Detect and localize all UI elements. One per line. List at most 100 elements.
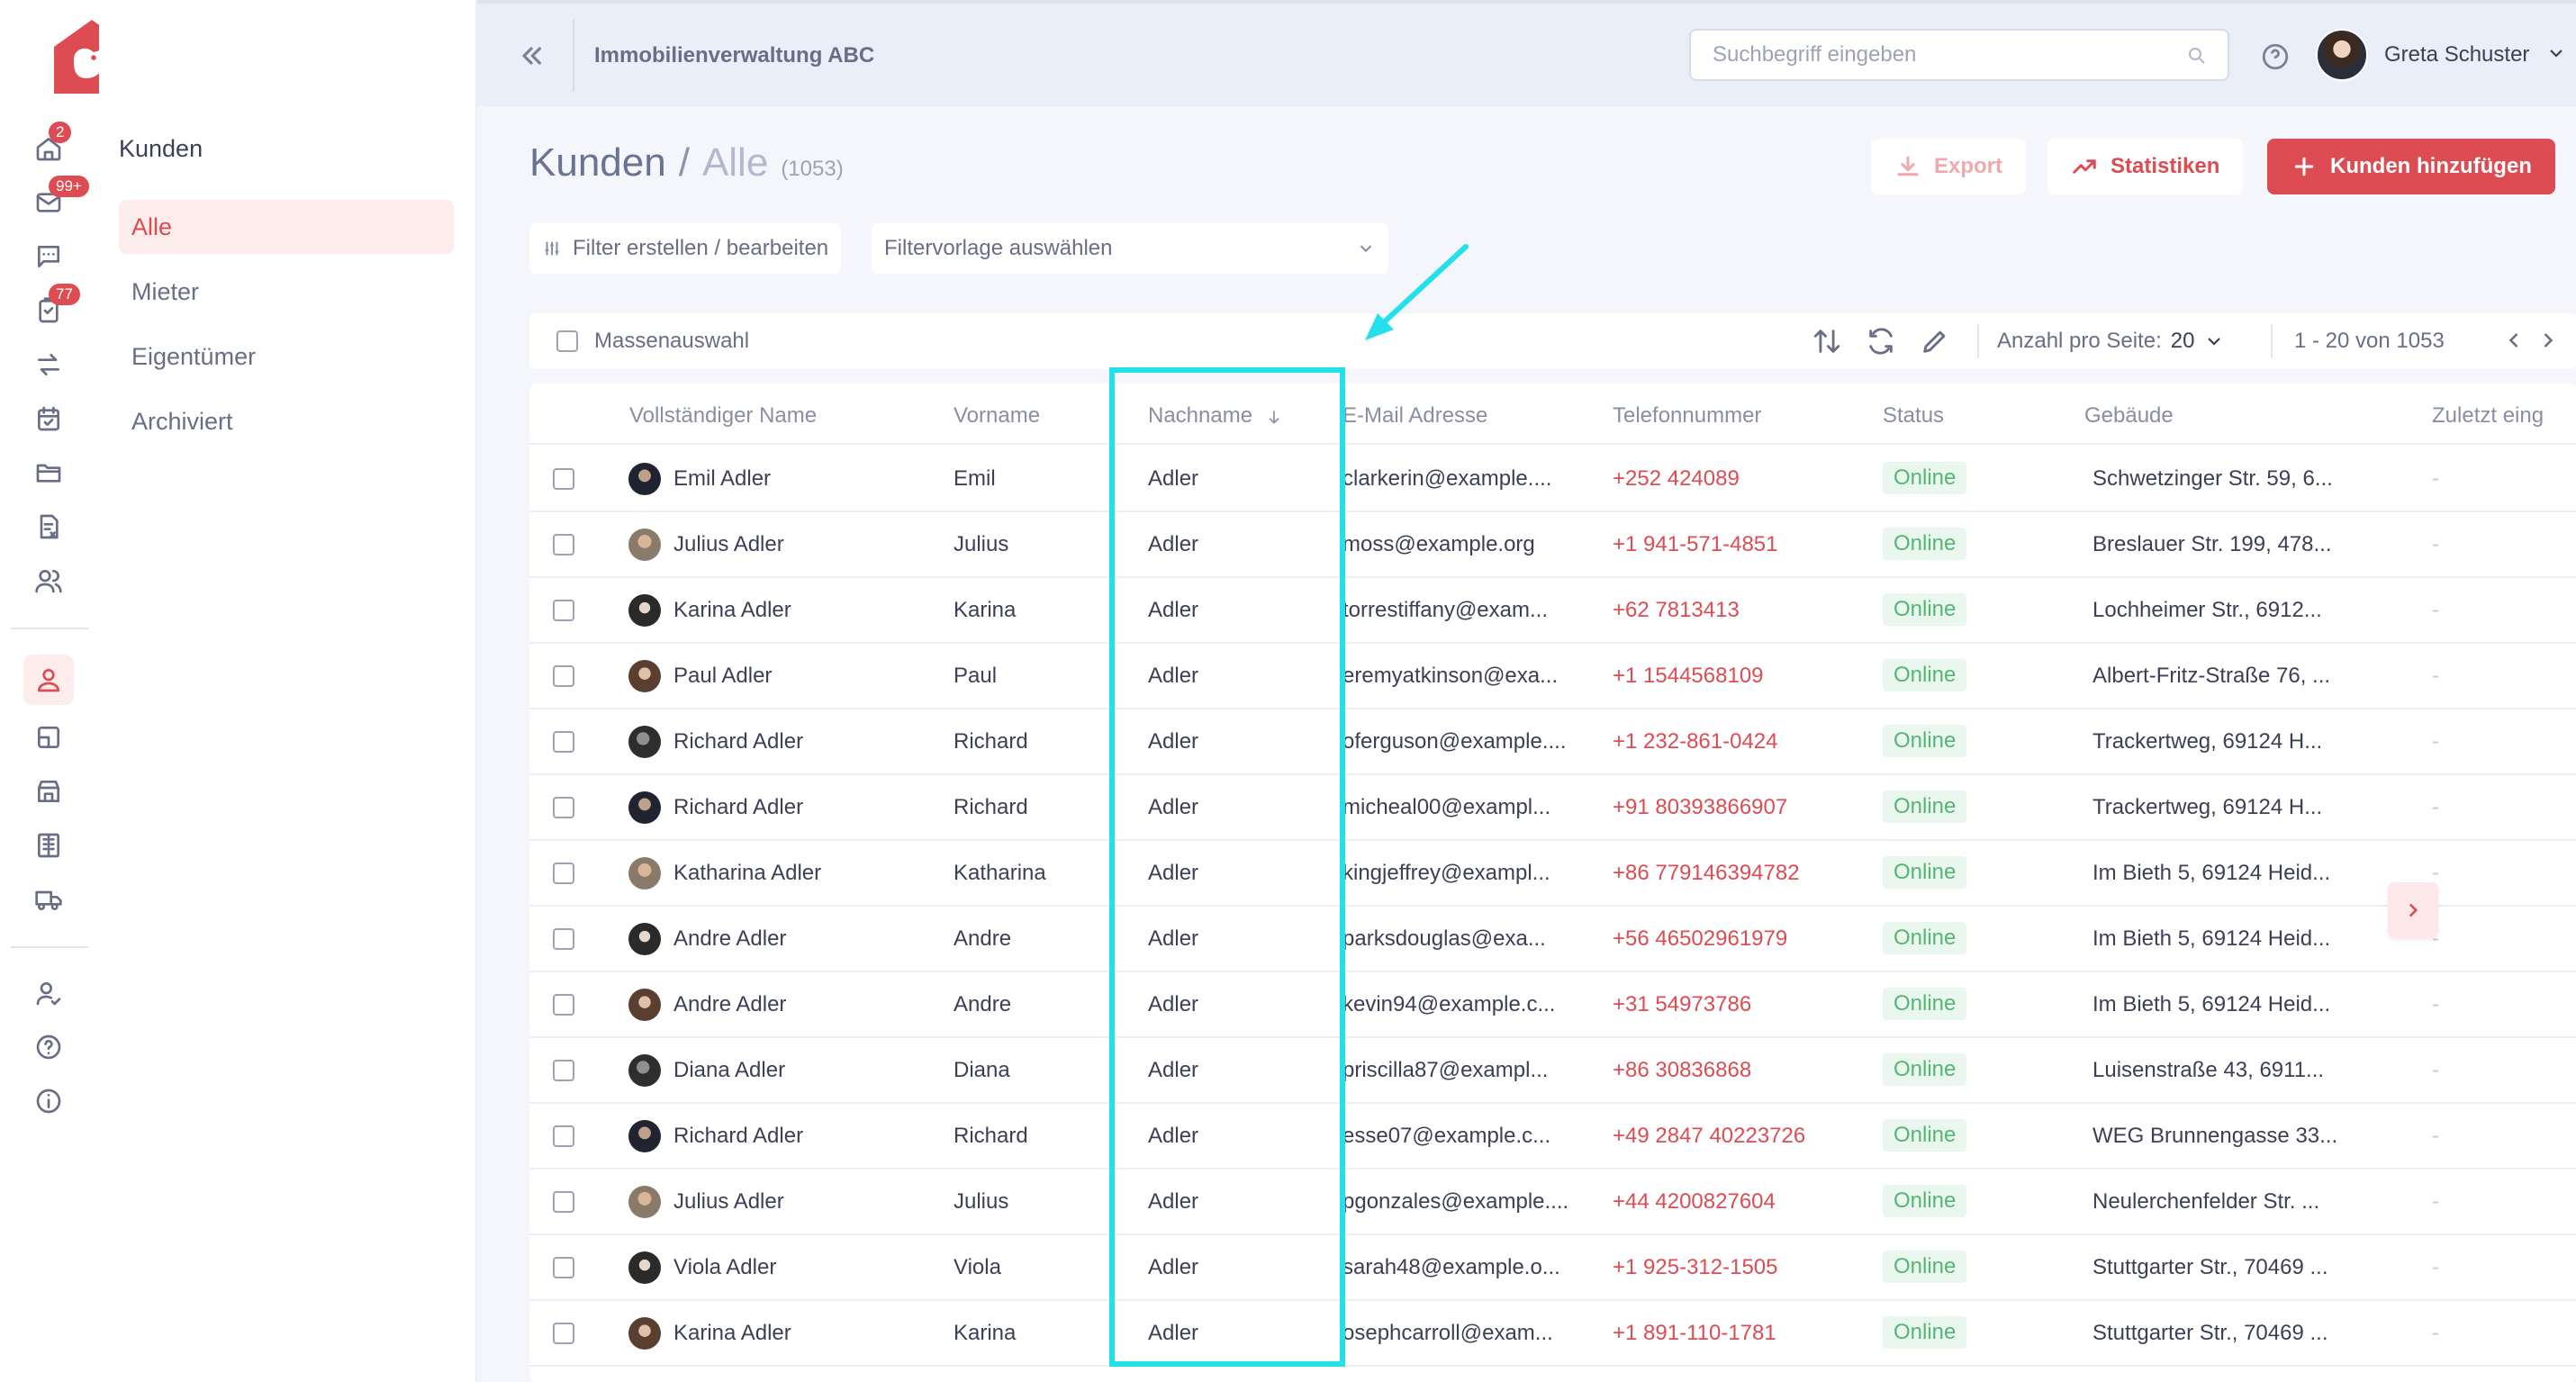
- rail-units[interactable]: [31, 719, 67, 755]
- rail-invoices[interactable]: [31, 509, 67, 545]
- rail-buildings[interactable]: [31, 827, 67, 863]
- cell-full-name[interactable]: Paul Adler: [673, 664, 935, 689]
- cell-phone[interactable]: +49 2847 40223726: [1613, 1124, 1865, 1149]
- table-row[interactable]: Richard Adler Richard Adler esse07@example.…: [529, 1104, 2576, 1170]
- table-row[interactable]: Paul Adler Paul Adler eremyatkinson@exa... +…: [529, 644, 2576, 709]
- table-row[interactable]: Viola Adler Viola Adler sarah48@example.o..…: [529, 1235, 2576, 1301]
- cell-phone[interactable]: +31 54973786: [1613, 992, 1865, 1017]
- cell-full-name[interactable]: Richard Adler: [673, 729, 935, 754]
- row-checkbox[interactable]: [553, 1323, 574, 1344]
- cell-phone[interactable]: +1 891-110-1781: [1613, 1321, 1865, 1346]
- rail-dashboard[interactable]: 2: [31, 122, 72, 167]
- cell-phone[interactable]: +91 80393866907: [1613, 795, 1865, 820]
- sidebar-item-mieter[interactable]: Mieter: [119, 265, 454, 319]
- cell-full-name[interactable]: Emil Adler: [673, 466, 935, 492]
- cell-phone[interactable]: +1 941-571-4851: [1613, 532, 1865, 557]
- cell-email[interactable]: kevin94@example.c...: [1342, 992, 1586, 1017]
- prev-page-button[interactable]: [2501, 328, 2526, 353]
- rail-documents[interactable]: [31, 455, 67, 491]
- row-checkbox[interactable]: [553, 534, 574, 556]
- row-checkbox[interactable]: [553, 994, 574, 1016]
- column-status[interactable]: Status: [1883, 403, 1944, 429]
- rail-tasks[interactable]: 77: [31, 284, 80, 329]
- cell-email[interactable]: clarkerin@example....: [1342, 466, 1586, 492]
- cell-email[interactable]: sarah48@example.o...: [1342, 1255, 1586, 1280]
- rail-mail[interactable]: 99+: [31, 176, 89, 221]
- cell-full-name[interactable]: Julius Adler: [673, 1189, 935, 1215]
- edit-icon[interactable]: [1920, 326, 1950, 357]
- cell-email[interactable]: pgonzales@example....: [1342, 1189, 1586, 1215]
- cell-full-name[interactable]: Andre Adler: [673, 992, 935, 1017]
- sort-icon[interactable]: [1812, 326, 1842, 357]
- rail-messages[interactable]: [31, 239, 67, 275]
- table-row[interactable]: Diana Adler Diana Adler priscilla87@exampl.…: [529, 1038, 2576, 1104]
- cell-full-name[interactable]: Diana Adler: [673, 1058, 935, 1083]
- cell-email[interactable]: eremyatkinson@exa...: [1342, 664, 1586, 689]
- rail-transfers[interactable]: [31, 347, 67, 383]
- cell-full-name[interactable]: Karina Adler: [673, 1321, 935, 1346]
- cell-phone[interactable]: +56 46502961979: [1613, 926, 1865, 952]
- cell-full-name[interactable]: Richard Adler: [673, 795, 935, 820]
- next-page-button[interactable]: [2535, 328, 2561, 353]
- cell-phone[interactable]: +86 30836868: [1613, 1058, 1865, 1083]
- refresh-icon[interactable]: [1866, 326, 1896, 357]
- rail-team[interactable]: [31, 975, 67, 1011]
- table-row[interactable]: Emil Adler Emil Adler clarkerin@example....…: [529, 447, 2576, 512]
- cell-email[interactable]: esse07@example.c...: [1342, 1124, 1586, 1149]
- row-checkbox[interactable]: [553, 1257, 574, 1278]
- scroll-right-button[interactable]: [2388, 882, 2438, 938]
- help-icon[interactable]: [2260, 41, 2291, 72]
- row-checkbox[interactable]: [553, 863, 574, 884]
- row-checkbox[interactable]: [553, 665, 574, 687]
- user-menu[interactable]: Greta Schuster: [2316, 29, 2567, 81]
- cell-full-name[interactable]: Viola Adler: [673, 1255, 935, 1280]
- add-customer-button[interactable]: Kunden hinzufügen: [2267, 139, 2555, 194]
- statistics-button[interactable]: Statistiken: [2047, 139, 2244, 194]
- rail-contacts[interactable]: [31, 563, 67, 599]
- row-checkbox[interactable]: [553, 468, 574, 490]
- table-row[interactable]: Andre Adler Andre Adler parksdouglas@exa...…: [529, 907, 2576, 972]
- rail-properties[interactable]: [31, 773, 67, 809]
- cell-full-name[interactable]: Andre Adler: [673, 926, 935, 952]
- cell-phone[interactable]: +44 4200827604: [1613, 1189, 1865, 1215]
- row-checkbox[interactable]: [553, 731, 574, 753]
- cell-full-name[interactable]: Karina Adler: [673, 598, 935, 623]
- row-checkbox[interactable]: [553, 1060, 574, 1081]
- row-checkbox[interactable]: [553, 928, 574, 950]
- row-checkbox[interactable]: [553, 600, 574, 621]
- mass-select-checkbox[interactable]: [556, 330, 578, 352]
- search-input[interactable]: [1713, 42, 2181, 68]
- cell-phone[interactable]: +1 1544568109: [1613, 664, 1865, 689]
- rail-customers[interactable]: [23, 655, 74, 705]
- table-row[interactable]: Richard Adler Richard Adler oferguson@examp…: [529, 709, 2576, 775]
- rail-services[interactable]: [31, 881, 67, 917]
- cell-email[interactable]: oferguson@example....: [1342, 729, 1586, 754]
- per-page-select[interactable]: Anzahl pro Seite: 20: [1997, 329, 2225, 354]
- table-row[interactable]: Andre Adler Andre Adler kevin94@example.c..…: [529, 972, 2576, 1038]
- cell-full-name[interactable]: Julius Adler: [673, 532, 935, 557]
- cell-email[interactable]: moss@example.org: [1342, 532, 1586, 557]
- table-row[interactable]: Karina Adler Karina Adler osephcarroll@exam…: [529, 1301, 2576, 1367]
- table-row[interactable]: Julius Adler Julius Adler pgonzales@example…: [529, 1170, 2576, 1235]
- rail-help[interactable]: [31, 1029, 67, 1065]
- filter-template-select[interactable]: Filtervorlage auswählen: [872, 223, 1388, 274]
- table-row[interactable]: Richard Adler Richard Adler micheal00@examp…: [529, 775, 2576, 841]
- rail-calendar[interactable]: [31, 401, 67, 437]
- row-checkbox[interactable]: [553, 797, 574, 818]
- column-full-name[interactable]: Vollständiger Name: [629, 403, 817, 429]
- cell-full-name[interactable]: Katharina Adler: [673, 861, 935, 886]
- cell-phone[interactable]: +1 232-861-0424: [1613, 729, 1865, 754]
- sidebar-item-eigentuemer[interactable]: Eigentümer: [119, 330, 454, 384]
- sidebar-item-archiviert[interactable]: Archiviert: [119, 394, 454, 448]
- cell-phone[interactable]: +62 7813413: [1613, 598, 1865, 623]
- cell-email[interactable]: osephcarroll@exam...: [1342, 1321, 1586, 1346]
- cell-email[interactable]: torrestiffany@exam...: [1342, 598, 1586, 623]
- column-first-name[interactable]: Vorname: [954, 403, 1040, 429]
- column-last-name[interactable]: Nachname: [1148, 403, 1283, 429]
- column-email[interactable]: E-Mail Adresse: [1342, 403, 1487, 429]
- cell-email[interactable]: priscilla87@exampl...: [1342, 1058, 1586, 1083]
- cell-email[interactable]: parksdouglas@exa...: [1342, 926, 1586, 952]
- row-checkbox[interactable]: [553, 1191, 574, 1213]
- filter-edit-button[interactable]: Filter erstellen / bearbeiten: [529, 223, 842, 274]
- cell-phone[interactable]: +252 424089: [1613, 466, 1865, 492]
